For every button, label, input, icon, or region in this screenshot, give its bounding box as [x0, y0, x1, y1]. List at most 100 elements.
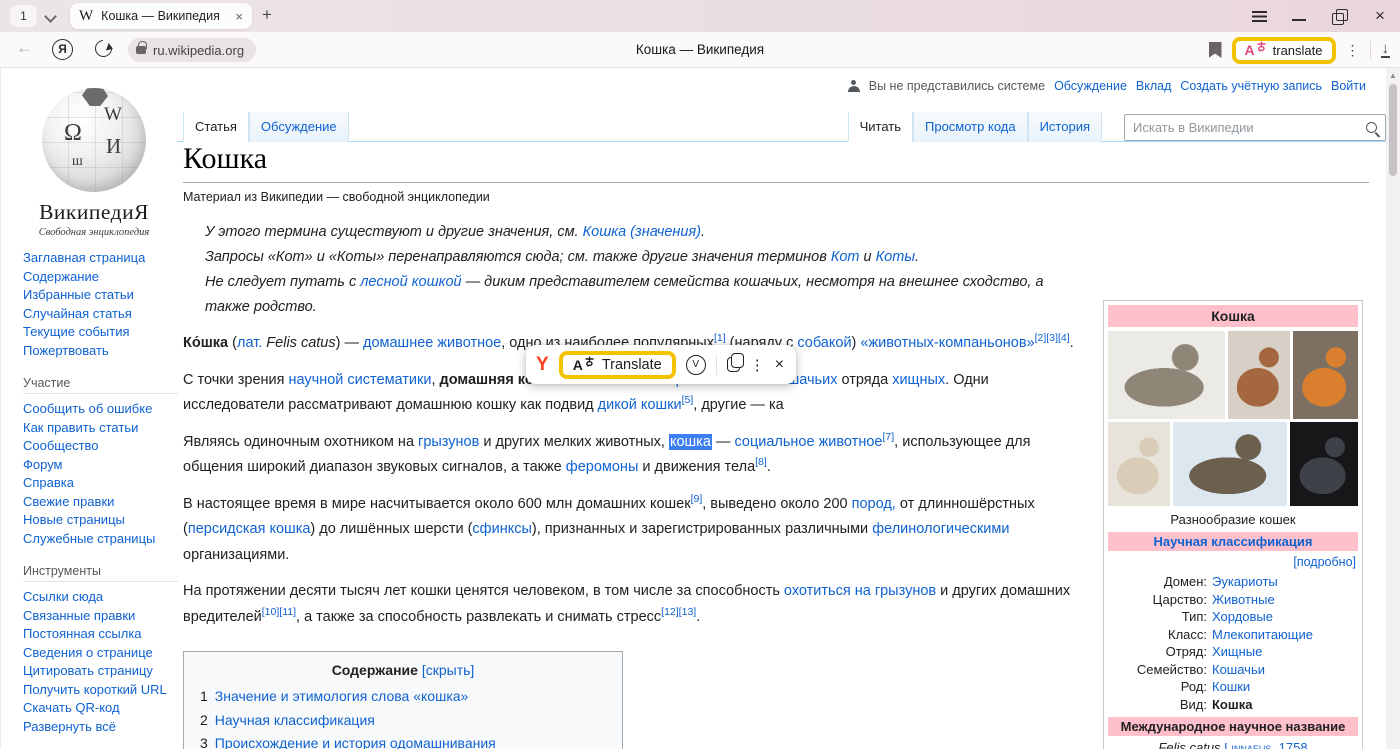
sidebar-link[interactable]: Цитировать страницу [23, 662, 178, 681]
wiki-link[interactable]: [1] [714, 332, 726, 344]
wiki-link[interactable]: Млекопитающие [1212, 627, 1313, 642]
tab-article[interactable]: Статья [183, 112, 249, 142]
sidebar-link[interactable]: Новые страницы [23, 511, 178, 530]
wiki-link[interactable]: собакой [797, 335, 851, 351]
back-icon[interactable]: ← [16, 38, 33, 58]
wiki-link[interactable]: домашнее животное [363, 335, 501, 351]
wiki-link[interactable]: Кошки [1212, 679, 1250, 694]
popup-more-icon[interactable]: ⋮ [750, 356, 765, 374]
sidebar-link[interactable]: Избранные статьи [23, 286, 178, 305]
cat-photo-orange-white-cat[interactable] [1293, 331, 1358, 419]
wiki-link[interactable]: , 1758 [1271, 740, 1307, 749]
sidebar-link[interactable]: Форум [23, 456, 178, 475]
toc-entry[interactable]: 3Происхождение и история одомашнивания [200, 732, 606, 749]
sidebar-link[interactable]: Скачать QR-код [23, 699, 178, 718]
wiki-search-box[interactable] [1124, 114, 1386, 141]
tab-counter-button[interactable]: 1 [10, 5, 37, 27]
sidebar-link[interactable]: Развернуть всё [23, 718, 178, 737]
tab-view-source[interactable]: Просмотр кода [913, 112, 1028, 142]
personal-link[interactable]: Вклад [1136, 79, 1172, 93]
tab-talk[interactable]: Обсуждение [249, 112, 349, 142]
sidebar-link[interactable]: Служебные страницы [23, 530, 178, 549]
wiki-link[interactable]: [5] [682, 394, 694, 406]
search-input[interactable] [1133, 120, 1366, 135]
close-window-icon[interactable]: × [1360, 0, 1400, 32]
wiki-link[interactable]: Кот [831, 249, 860, 265]
tab-read[interactable]: Читать [848, 112, 913, 142]
sidebar-link[interactable]: Сообщество [23, 437, 178, 456]
wiki-link[interactable]: Хордовые [1212, 609, 1273, 624]
tab-history[interactable]: История [1028, 112, 1102, 142]
wiki-link[interactable]: Кошка (значения) [583, 224, 701, 240]
yandex-home-icon[interactable]: Я [52, 39, 73, 60]
popup-translate-button[interactable]: A Translate [559, 351, 676, 379]
wiki-link[interactable]: сфинксы [472, 521, 531, 537]
wiki-link[interactable]: [9] [691, 493, 703, 505]
read-aloud-icon[interactable]: V [686, 355, 706, 375]
sidebar-link[interactable]: Заглавная страница [23, 249, 178, 268]
wikipedia-logo[interactable]: Ω W И ш ВикипедиЯ Свободная энциклопедия [19, 88, 169, 238]
toc-entry[interactable]: 1Значение и этимология слова «кошка» [200, 685, 606, 709]
sidebar-link[interactable]: Сведения о странице [23, 644, 178, 663]
toolbar-translate-button[interactable]: A translate [1232, 37, 1336, 64]
wiki-link[interactable]: научной систематики [289, 372, 432, 388]
copy-icon[interactable] [727, 357, 740, 372]
minimize-icon[interactable] [1280, 0, 1320, 32]
chevron-down-icon[interactable] [44, 10, 57, 23]
wiki-link[interactable]: дикой кошки [598, 397, 682, 413]
download-icon[interactable]: ↓ [1381, 42, 1391, 58]
wiki-link[interactable]: [8] [755, 456, 767, 468]
sidebar-link[interactable]: Содержание [23, 268, 178, 287]
sidebar-link[interactable]: Пожертвовать [23, 342, 178, 361]
sidebar-link[interactable]: Текущие события [23, 323, 178, 342]
wiki-link[interactable]: [12][13] [661, 606, 696, 618]
wiki-link[interactable]: Животные [1212, 592, 1275, 607]
restore-window-icon[interactable] [1320, 0, 1360, 32]
wiki-link[interactable]: [7] [882, 431, 894, 443]
wiki-link[interactable]: социальное животное [734, 434, 882, 450]
refresh-icon[interactable] [92, 37, 116, 61]
wiki-link[interactable]: пород, [852, 496, 896, 512]
wiki-link[interactable]: хищных [892, 372, 945, 388]
sidebar-link[interactable]: Как править статьи [23, 419, 178, 438]
translate-options-icon[interactable]: ⋮ [1346, 42, 1360, 59]
wiki-link[interactable]: Хищные [1212, 644, 1262, 659]
sidebar-link[interactable]: Сообщить об ошибке [23, 400, 178, 419]
lock-icon[interactable] [136, 46, 146, 54]
personal-link[interactable]: Обсуждение [1054, 79, 1127, 93]
sidebar-link[interactable]: Случайная статья [23, 305, 178, 324]
wiki-link[interactable]: «животных-компаньонов» [860, 335, 1034, 351]
wiki-link[interactable]: охотиться на грызунов [784, 583, 936, 599]
wiki-link[interactable]: грызунов [418, 434, 479, 450]
new-tab-button[interactable]: + [262, 5, 272, 25]
popup-close-icon[interactable]: × [775, 356, 784, 374]
details-link[interactable]: [подробно] [1108, 551, 1358, 571]
sidebar-link[interactable]: Справка [23, 474, 178, 493]
cat-photo-gray-cat-dark[interactable] [1290, 422, 1358, 506]
address-bar[interactable]: ru.wikipedia.org [128, 38, 256, 62]
wiki-link[interactable]: [2][3][4] [1035, 332, 1070, 344]
wiki-link[interactable]: Linnaeus [1224, 740, 1271, 749]
wiki-link[interactable]: феромоны [566, 459, 639, 475]
sidebar-link[interactable]: Ссылки сюда [23, 588, 178, 607]
wiki-link[interactable]: фелинологическими [872, 521, 1009, 537]
cat-photo-cream-siamese-cat[interactable] [1108, 422, 1170, 506]
wiki-link[interactable]: Коты [876, 249, 915, 265]
wiki-link[interactable]: Эукариоты [1212, 574, 1278, 589]
scrollbar-thumb[interactable] [1389, 84, 1397, 176]
bookmark-icon[interactable] [1209, 42, 1222, 58]
cat-photo-abyssinian-cat[interactable] [1228, 331, 1290, 419]
cat-photo-tabby-cat-snow[interactable] [1173, 422, 1287, 506]
classification-header[interactable]: Научная классификация [1108, 532, 1358, 551]
search-icon[interactable] [1366, 122, 1377, 133]
wiki-link[interactable]: Кошачьи [1212, 662, 1265, 677]
personal-link[interactable]: Войти [1331, 79, 1366, 93]
sidebar-link[interactable]: Постоянная ссылка [23, 625, 178, 644]
tab-close-icon[interactable]: × [235, 9, 243, 24]
wiki-link[interactable]: [10][11] [262, 606, 296, 618]
browser-tab[interactable]: W Кошка — Википедия × [70, 3, 252, 29]
cat-photo-tabby-cat-lying[interactable] [1108, 331, 1225, 419]
sidebar-link[interactable]: Связанные правки [23, 607, 178, 626]
sidebar-link[interactable]: Получить короткий URL [23, 681, 178, 700]
wiki-link[interactable]: лат. [237, 335, 262, 351]
